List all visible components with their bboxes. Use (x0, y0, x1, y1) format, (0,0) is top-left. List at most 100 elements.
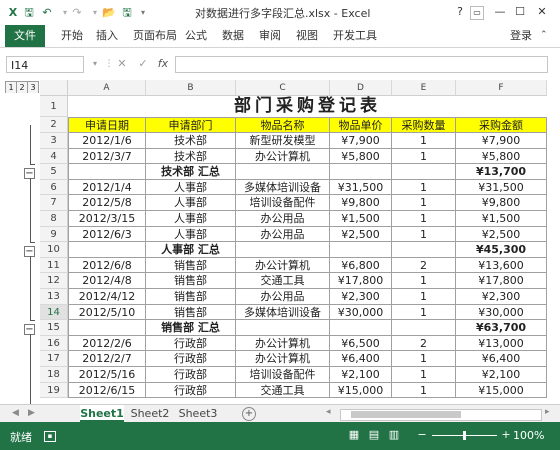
page-break-view-icon[interactable]: ▥ (388, 429, 400, 441)
tab-formulas[interactable]: 公式 (185, 25, 207, 47)
cell-date[interactable]: 2012/4/12 (69, 289, 146, 305)
cell-date[interactable]: 2012/6/3 (69, 227, 146, 242)
cell-item[interactable]: 办公计算机 (236, 149, 330, 164)
file-tab[interactable]: 文件 (5, 25, 45, 47)
cell-amount[interactable]: ¥30,000 (456, 305, 547, 320)
cell-dept[interactable]: 人事部 (146, 211, 236, 227)
header-cell-dept[interactable]: 申请部门 (146, 118, 236, 133)
cell-qty[interactable]: 1 (392, 383, 456, 398)
enter-icon[interactable]: ✓ (136, 57, 150, 71)
cell-dept[interactable]: 销售部 (146, 289, 236, 305)
quick-save-icon[interactable]: 🖫 (120, 5, 134, 20)
cell-qty[interactable]: 1 (392, 351, 456, 367)
row-header[interactable]: 3 (40, 133, 68, 149)
row-header[interactable]: 12 (40, 273, 68, 289)
cell-date[interactable]: 2012/6/15 (69, 383, 146, 398)
zoom-out-button[interactable]: − (416, 429, 428, 441)
cell-price[interactable]: ¥7,900 (330, 133, 392, 149)
cell-item[interactable] (236, 242, 330, 258)
cell-amount[interactable]: ¥31,500 (456, 180, 547, 195)
cell-amount[interactable]: ¥7,900 (456, 133, 547, 149)
cell-price[interactable]: ¥9,800 (330, 195, 392, 211)
cell-qty[interactable] (392, 320, 456, 336)
cell-price[interactable]: ¥15,000 (330, 383, 392, 398)
cell-dept[interactable]: 销售部 (146, 258, 236, 273)
cell-amount[interactable]: ¥13,600 (456, 258, 547, 273)
select-all-corner[interactable] (40, 80, 68, 96)
header-cell-qty[interactable]: 采购数量 (392, 118, 456, 133)
sheet-tab-sheet1[interactable]: Sheet1 (80, 405, 124, 422)
help-icon[interactable]: ? (452, 4, 468, 20)
tab-view[interactable]: 视图 (296, 25, 318, 47)
cell-item[interactable] (236, 320, 330, 336)
cell-price[interactable]: ¥6,800 (330, 258, 392, 273)
cell-date[interactable]: 2012/1/6 (69, 133, 146, 149)
sheet-tab-sheet3[interactable]: Sheet3 (176, 405, 220, 422)
cell-price[interactable]: ¥5,800 (330, 149, 392, 164)
subtotal-amount[interactable]: ¥13,700 (456, 164, 547, 180)
cell-price[interactable]: ¥2,100 (330, 367, 392, 383)
row-header[interactable]: 16 (40, 336, 68, 351)
cell-item[interactable]: 交通工具 (236, 383, 330, 398)
header-cell-date[interactable]: 申请日期 (69, 118, 146, 133)
row-header[interactable]: 7 (40, 195, 68, 211)
cell-date[interactable]: 2012/3/15 (69, 211, 146, 227)
cell-date[interactable]: 2012/6/8 (69, 258, 146, 273)
name-box-dropdown-icon[interactable]: ▾ (88, 57, 102, 71)
row-header[interactable]: 17 (40, 351, 68, 367)
scroll-right-icon[interactable]: ▸ (545, 407, 550, 417)
cell-date[interactable]: 2012/5/16 (69, 367, 146, 383)
tab-page-layout[interactable]: 页面布局 (133, 25, 177, 47)
column-header-d[interactable]: D (330, 80, 392, 96)
row-header[interactable]: 4 (40, 149, 68, 164)
cell-dept[interactable]: 人事部 (146, 195, 236, 211)
open-icon[interactable]: 📂 (102, 5, 116, 20)
scroll-left-icon[interactable]: ◂ (326, 407, 331, 417)
minimize-button[interactable]: — (492, 4, 508, 20)
cell-amount[interactable]: ¥6,400 (456, 351, 547, 367)
cell-dept[interactable]: 行政部 (146, 351, 236, 367)
cell-date[interactable]: 2012/5/8 (69, 195, 146, 211)
cell-price[interactable] (330, 242, 392, 258)
zoom-in-button[interactable]: + (500, 429, 512, 441)
cell-qty[interactable] (392, 242, 456, 258)
normal-view-icon[interactable]: ▦ (348, 429, 360, 441)
cell-item[interactable]: 交通工具 (236, 273, 330, 289)
cell-item[interactable]: 培训设备配件 (236, 367, 330, 383)
cell-item[interactable]: 办公计算机 (236, 351, 330, 367)
cell-amount[interactable]: ¥1,500 (456, 211, 547, 227)
cell-amount[interactable]: ¥2,300 (456, 289, 547, 305)
cell-item[interactable]: 多媒体培训设备 (236, 180, 330, 195)
add-sheet-icon[interactable]: + (242, 407, 256, 421)
cell-price[interactable]: ¥2,300 (330, 289, 392, 305)
column-header-a[interactable]: A (68, 80, 146, 96)
login-link[interactable]: 登录 (510, 25, 532, 47)
cell-qty[interactable]: 1 (392, 211, 456, 227)
cell-date[interactable]: 2012/3/7 (69, 149, 146, 164)
subtotal-label[interactable]: 技术部 汇总 (146, 164, 236, 180)
cell-amount[interactable]: ¥13,000 (456, 336, 547, 351)
cell-price[interactable] (330, 320, 392, 336)
tab-data[interactable]: 数据 (222, 25, 244, 47)
cell-item[interactable] (236, 164, 330, 180)
cell-item[interactable]: 培训设备配件 (236, 195, 330, 211)
cell-qty[interactable]: 1 (392, 367, 456, 383)
formula-input[interactable] (175, 56, 548, 73)
cell-price[interactable]: ¥6,400 (330, 351, 392, 367)
save-icon[interactable]: 🖫 (22, 5, 36, 20)
row-header[interactable]: 18 (40, 367, 68, 383)
cell-dept[interactable]: 销售部 (146, 305, 236, 320)
cell-dept[interactable]: 行政部 (146, 383, 236, 398)
cell-date[interactable] (69, 320, 146, 336)
cell-date[interactable]: 2012/2/6 (69, 336, 146, 351)
insert-function-icon[interactable]: fx (156, 57, 170, 71)
redo-dropdown-icon[interactable]: ▾ (88, 5, 102, 20)
cell-amount[interactable]: ¥15,000 (456, 383, 547, 398)
row-header[interactable]: 11 (40, 258, 68, 273)
cell-price[interactable]: ¥31,500 (330, 180, 392, 195)
cell-dept[interactable]: 行政部 (146, 367, 236, 383)
row-header[interactable]: 5 (40, 164, 68, 180)
cell-date[interactable] (69, 242, 146, 258)
page-layout-view-icon[interactable]: ▤ (368, 429, 380, 441)
row-header[interactable]: 8 (40, 211, 68, 227)
